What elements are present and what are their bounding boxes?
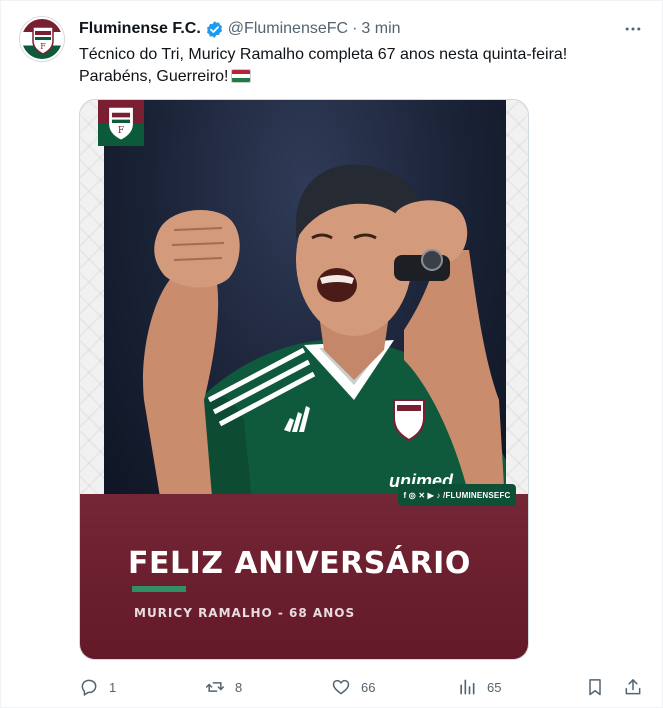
tweet-header: Fluminense F.C. @FluminenseFC · 3 min	[79, 18, 401, 40]
tweet-text: Técnico do Tri, Muricy Ramalho completa …	[79, 44, 639, 88]
reply-count: 1	[109, 679, 117, 695]
birthday-headline: FELIZ ANIVERSÁRIO	[128, 546, 471, 581]
reply-button[interactable]: 1	[79, 675, 116, 699]
svg-text:F: F	[118, 126, 124, 136]
retweet-icon	[205, 682, 225, 692]
author-handle[interactable]: @FluminenseFC	[228, 20, 348, 38]
verified-badge-icon[interactable]	[205, 20, 224, 39]
tweet-card[interactable]: F Fluminense F.C. @FluminenseFC · 3 min …	[0, 0, 663, 708]
fluminense-logo-icon: F	[109, 107, 133, 140]
heart-icon	[332, 679, 350, 695]
views-button[interactable]: 65	[457, 675, 501, 699]
separator-dot: ·	[352, 20, 358, 37]
club-logo-box: F	[98, 100, 144, 146]
views-chart-icon	[460, 679, 475, 695]
tweet-timestamp[interactable]: 3 min	[361, 20, 400, 38]
more-options-button[interactable]	[619, 15, 647, 43]
reply-icon	[81, 679, 97, 696]
author-name[interactable]: Fluminense F.C.	[79, 20, 201, 38]
bookmark-icon	[589, 679, 601, 696]
social-handle-badge: f ◎ ✕ ▶ ♪ /FLUMINENSEFC	[398, 484, 516, 506]
share-button[interactable]	[623, 675, 643, 699]
coach-illustration: unimed	[143, 164, 506, 521]
tweet-actions: 1 8 66 65	[79, 675, 649, 699]
like-button[interactable]: 66	[331, 675, 375, 699]
more-dots-icon	[625, 27, 641, 31]
svg-text:F: F	[40, 42, 46, 51]
coach-photo: unimed	[104, 100, 506, 521]
headline-accent-bar	[132, 586, 186, 592]
tweet-image[interactable]: unimed F f ◎ ✕ ▶ ♪ /FLUMINENSEFC FELIZ A…	[79, 99, 529, 660]
views-count: 65	[487, 679, 502, 695]
tweet-text-line-2: Parabéns, Guerreiro!	[79, 68, 229, 85]
like-count: 66	[361, 679, 376, 695]
retweet-count: 8	[235, 679, 243, 695]
retweet-button[interactable]: 8	[205, 675, 242, 699]
birthday-subhead: MURICY RAMALHO - 68 ANOS	[134, 606, 356, 620]
fluminense-flag-icon	[232, 70, 251, 82]
tweet-text-line-1: Técnico do Tri, Muricy Ramalho completa …	[79, 46, 568, 63]
author-avatar[interactable]: F	[20, 17, 64, 61]
bookmark-button[interactable]	[585, 675, 605, 699]
share-icon	[625, 679, 641, 695]
fluminense-crest-icon: F	[32, 26, 54, 55]
